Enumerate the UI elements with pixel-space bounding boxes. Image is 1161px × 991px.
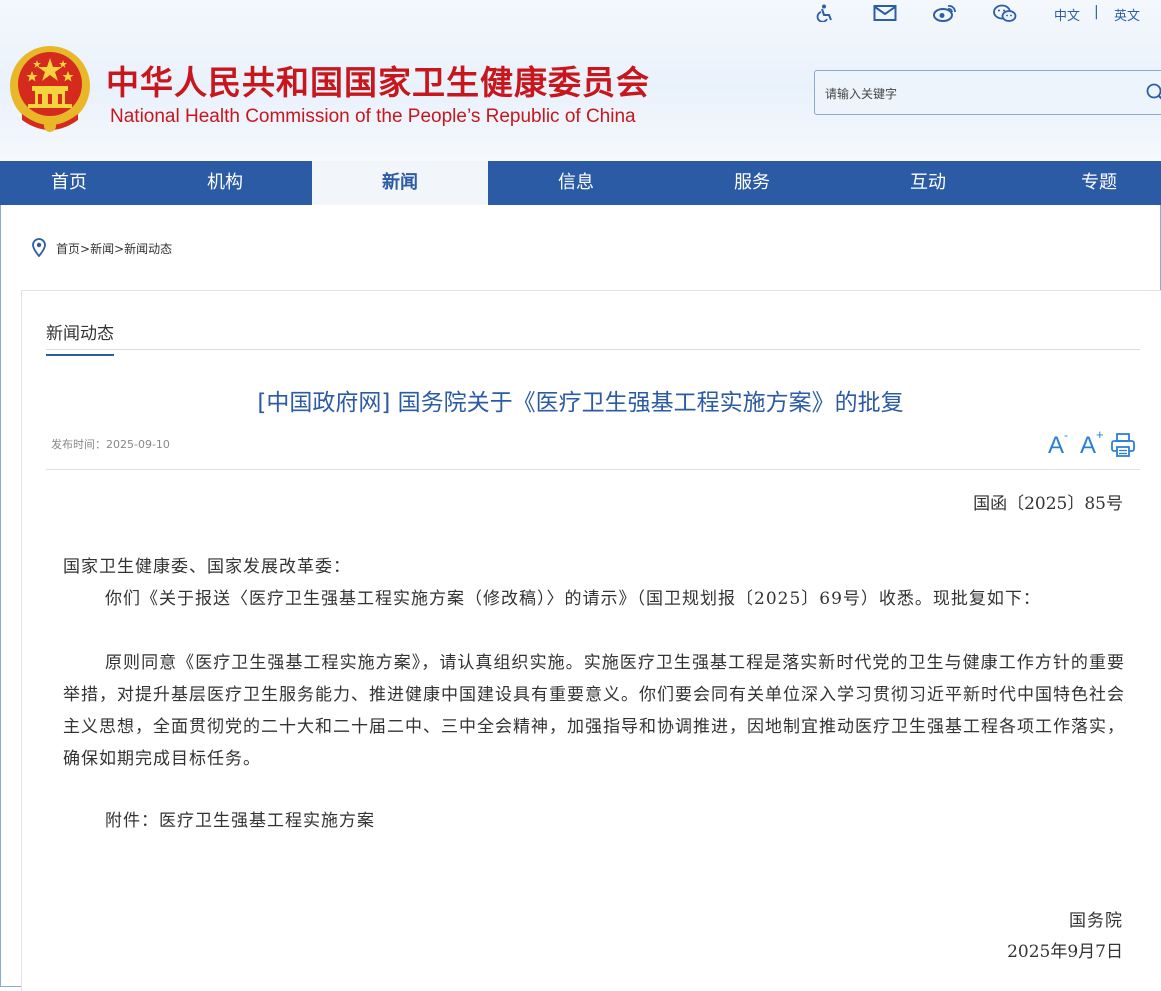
paragraph-1: 你们《关于报送〈医疗卫生强基工程实施方案（修改稿）〉的请示》（国卫规划报〔202… bbox=[105, 589, 1041, 609]
lang-english-link[interactable]: 英文 bbox=[1114, 5, 1140, 24]
salutation: 国家卫生健康委、国家发展改革委： bbox=[63, 557, 351, 577]
article-tools: A- A+ bbox=[1048, 427, 1138, 460]
lang-separator: | bbox=[1094, 4, 1099, 20]
weibo-icon[interactable] bbox=[933, 4, 957, 22]
publish-date-value: 2025-09-10 bbox=[106, 438, 170, 451]
document-number: 国函〔2025〕85号 bbox=[973, 494, 1123, 514]
section-title: 新闻动态 bbox=[46, 319, 114, 356]
breadcrumb-news-link[interactable]: 新闻 bbox=[90, 242, 114, 256]
search-box bbox=[814, 70, 1161, 115]
main-nav: 首页 机构 新闻 信息 服务 互动 专题 bbox=[0, 161, 1161, 205]
national-emblem bbox=[10, 46, 90, 132]
nav-news[interactable]: 新闻 bbox=[312, 161, 488, 205]
font-decrease-button[interactable]: A- bbox=[1048, 428, 1068, 460]
nav-interaction[interactable]: 互动 bbox=[840, 161, 1016, 205]
print-icon[interactable] bbox=[1110, 432, 1136, 458]
lang-chinese-link[interactable]: 中文 bbox=[1054, 5, 1080, 24]
nav-services[interactable]: 服务 bbox=[664, 161, 840, 205]
search-icon[interactable] bbox=[1145, 82, 1161, 104]
publish-date-label: 发布时间： bbox=[51, 438, 106, 451]
nav-home[interactable]: 首页 bbox=[0, 161, 138, 205]
publish-date: 发布时间：2025-09-10 bbox=[51, 436, 170, 452]
attachment-link[interactable]: 附件：医疗卫生强基工程实施方案 bbox=[63, 806, 375, 831]
wechat-icon[interactable] bbox=[993, 4, 1017, 22]
mail-icon[interactable] bbox=[873, 4, 897, 22]
signer: 国务院 bbox=[1069, 911, 1123, 931]
nav-topics[interactable]: 专题 bbox=[1016, 161, 1161, 205]
accessibility-icon[interactable] bbox=[816, 4, 834, 22]
top-toolbar: 中文 | 英文 bbox=[0, 2, 1161, 24]
sign-date: 2025年9月7日 bbox=[1007, 942, 1123, 962]
breadcrumb-separator: > bbox=[114, 242, 125, 256]
site-subtitle: National Health Commission of the People… bbox=[110, 106, 636, 127]
breadcrumb-separator: > bbox=[80, 242, 91, 256]
paragraph-2: 原则同意《医疗卫生强基工程实施方案》，请认真组织实施。实施医疗卫生强基工程是落实… bbox=[63, 653, 1125, 769]
search-input[interactable] bbox=[823, 83, 1137, 105]
section-divider bbox=[46, 349, 1140, 350]
breadcrumb-trail: 首页>新闻>新闻动态 bbox=[56, 240, 172, 257]
site-header: 中华人民共和国国家卫生健康委员会 National Health Commiss… bbox=[0, 0, 1161, 161]
breadcrumb-home-link[interactable]: 首页 bbox=[56, 242, 80, 256]
breadcrumb-current[interactable]: 新闻动态 bbox=[124, 242, 172, 256]
article-title: [中国政府网] 国务院关于《医疗卫生强基工程实施方案》的批复 bbox=[257, 390, 904, 416]
nav-information[interactable]: 信息 bbox=[488, 161, 664, 205]
font-increase-button[interactable]: A+ bbox=[1080, 427, 1104, 460]
location-pin-icon bbox=[32, 238, 46, 257]
site-title: 中华人民共和国国家卫生健康委员会 bbox=[106, 63, 650, 102]
meta-divider bbox=[46, 469, 1140, 470]
nav-organization[interactable]: 机构 bbox=[138, 161, 312, 205]
